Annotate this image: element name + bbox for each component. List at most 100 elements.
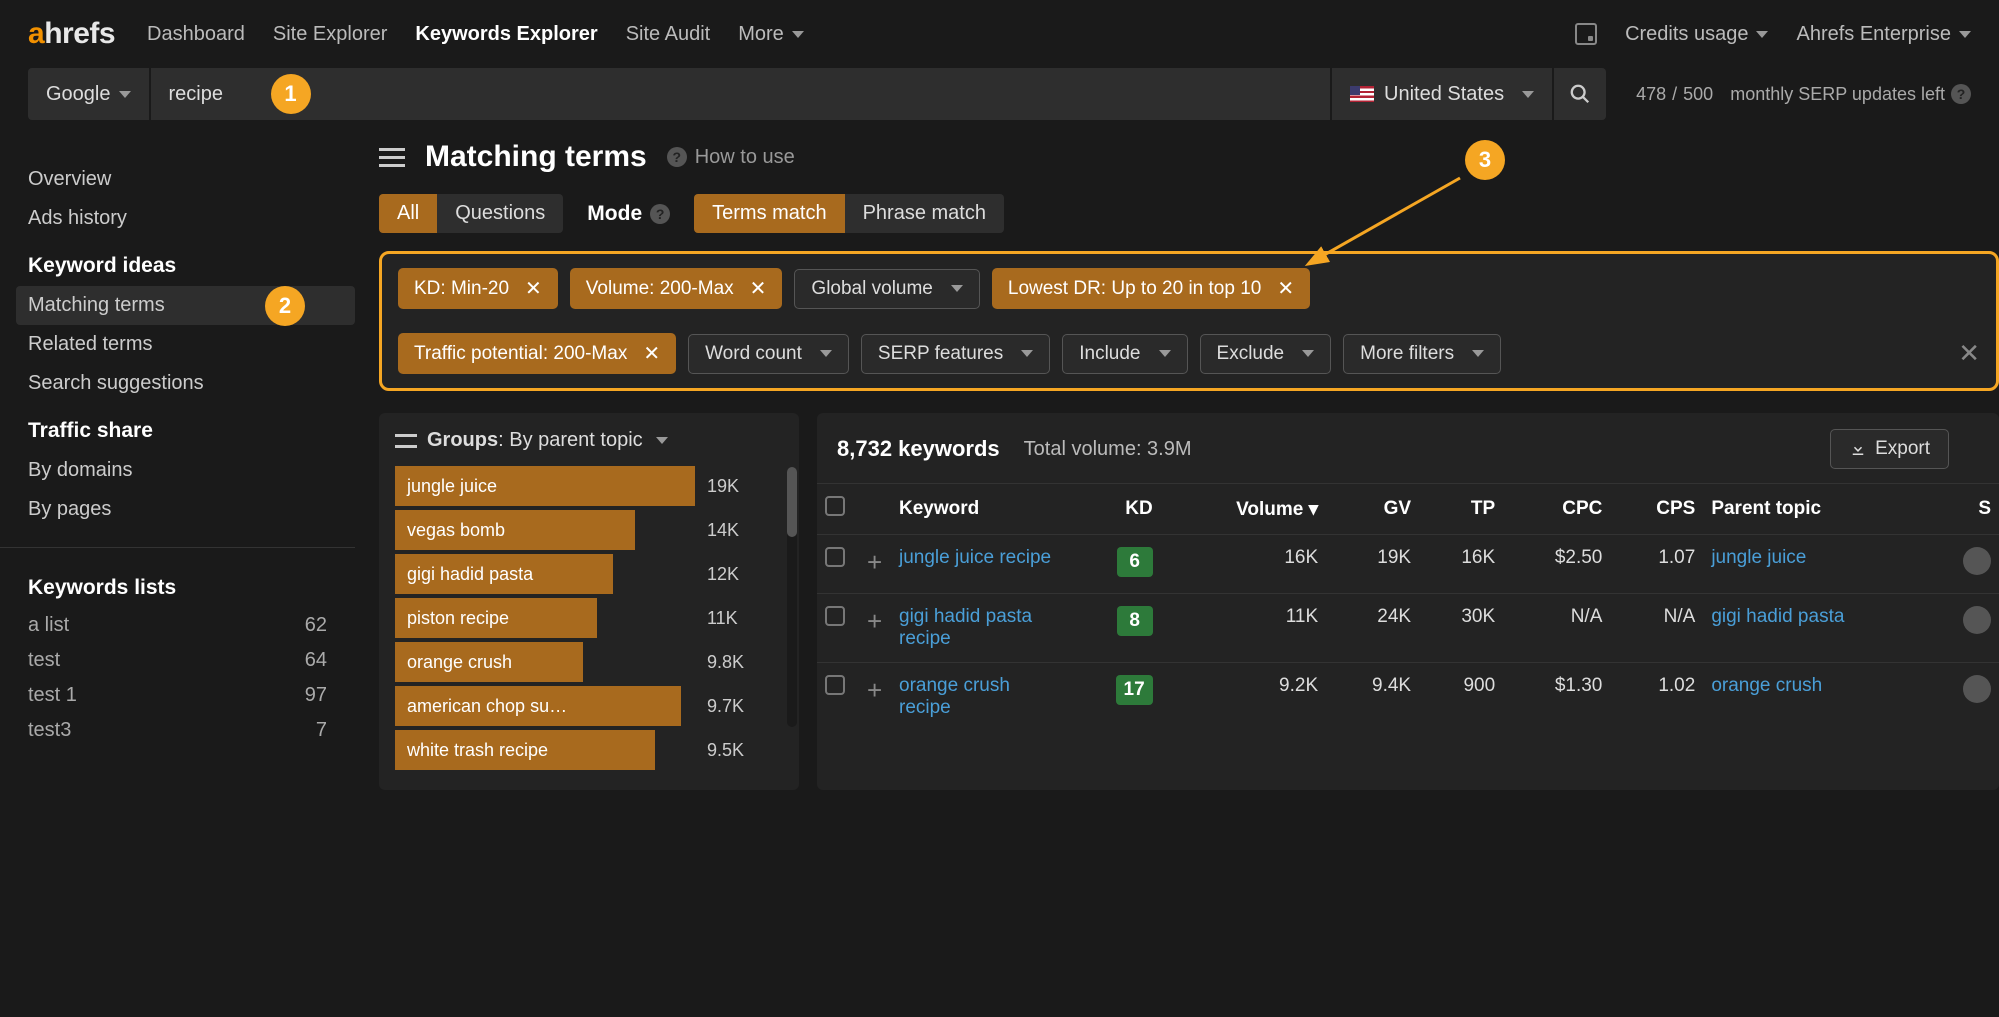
results-table: Keyword KD Volume ▾ GV TP CPC CPS Parent… xyxy=(817,483,1999,731)
serp-badge[interactable] xyxy=(1963,675,1991,703)
row-checkbox[interactable] xyxy=(825,606,845,626)
group-bar-row[interactable]: american chop su…9.7K xyxy=(395,686,783,726)
sidebar-item-overview[interactable]: Overview xyxy=(28,160,355,199)
nav-more[interactable]: More xyxy=(738,23,804,46)
tab-questions[interactable]: Questions xyxy=(437,194,563,233)
country-select[interactable]: United States xyxy=(1332,68,1552,120)
group-bar-row[interactable]: orange crush9.8K xyxy=(395,642,783,682)
parent-topic-link[interactable]: jungle juice xyxy=(1711,547,1806,568)
nav-dashboard[interactable]: Dashboard xyxy=(147,23,245,46)
cell-volume: 11K xyxy=(1161,594,1326,663)
chevron-down-icon xyxy=(1302,350,1314,357)
keywords-input[interactable]: recipe 1 xyxy=(151,68,1331,120)
top-nav: Dashboard Site Explorer Keywords Explore… xyxy=(147,23,804,46)
results-total-volume: Total volume: 3.9M xyxy=(1024,438,1192,461)
sidebar-item-matching-terms[interactable]: Matching terms 2 xyxy=(16,286,355,325)
results-panel: 8,732 keywords Total volume: 3.9M Export… xyxy=(817,413,1999,790)
logo[interactable]: ahrefs xyxy=(28,17,115,51)
cell-volume: 16K xyxy=(1161,535,1326,594)
group-bar-row[interactable]: vegas bomb14K xyxy=(395,510,783,550)
expand-icon[interactable]: + xyxy=(867,547,882,577)
sidebar-item-by-pages[interactable]: By pages xyxy=(28,490,355,529)
tab-all[interactable]: All xyxy=(379,194,437,233)
row-checkbox[interactable] xyxy=(825,675,845,695)
group-bar-row[interactable]: jungle juice19K xyxy=(395,466,783,506)
search-engine-label: Google xyxy=(46,83,111,106)
row-checkbox[interactable] xyxy=(825,547,845,567)
col-parent-topic[interactable]: Parent topic xyxy=(1703,484,1955,535)
parent-topic-link[interactable]: gigi hadid pasta xyxy=(1711,606,1844,627)
col-cps[interactable]: CPS xyxy=(1610,484,1703,535)
serp-badge[interactable] xyxy=(1963,606,1991,634)
sidebar-item-by-domains[interactable]: By domains xyxy=(28,451,355,490)
col-sf[interactable]: S xyxy=(1955,484,1999,535)
country-label: United States xyxy=(1384,83,1504,106)
col-gv[interactable]: GV xyxy=(1326,484,1419,535)
col-tp[interactable]: TP xyxy=(1419,484,1503,535)
sliders-icon[interactable] xyxy=(395,432,417,450)
tab-phrase-match[interactable]: Phrase match xyxy=(845,194,1004,233)
group-bar-row[interactable]: piston recipe11K xyxy=(395,598,783,638)
projects-icon[interactable] xyxy=(1575,23,1597,45)
sidebar-list-item[interactable]: test37 xyxy=(28,713,355,748)
help-icon[interactable]: ? xyxy=(650,204,670,224)
filter-exclude[interactable]: Exclude xyxy=(1200,334,1332,374)
account-menu[interactable]: Ahrefs Enterprise xyxy=(1796,23,1971,46)
filter-lowest-dr[interactable]: Lowest DR: Up to 20 in top 10✕ xyxy=(992,268,1310,309)
scrollbar-thumb[interactable] xyxy=(787,467,797,537)
search-engine-select[interactable]: Google xyxy=(28,68,149,120)
chevron-down-icon xyxy=(1522,91,1534,98)
sidebar-item-search-suggestions[interactable]: Search suggestions xyxy=(28,364,355,403)
group-bar-row[interactable]: white trash recipe9.5K xyxy=(395,730,783,770)
filter-volume[interactable]: Volume: 200-Max✕ xyxy=(570,268,783,309)
sidebar-list-item[interactable]: a list62 xyxy=(28,608,355,643)
keyword-link[interactable]: orange crush recipe xyxy=(899,675,1010,718)
nav-site-audit[interactable]: Site Audit xyxy=(626,23,711,46)
col-keyword[interactable]: Keyword xyxy=(891,484,1071,535)
filter-word-count[interactable]: Word count xyxy=(688,334,849,374)
group-bar-row[interactable]: gigi hadid pasta12K xyxy=(395,554,783,594)
expand-icon[interactable]: + xyxy=(867,606,882,636)
groups-dropdown[interactable]: Groups: By parent topic xyxy=(427,429,668,452)
sidebar-toggle-icon[interactable] xyxy=(379,148,405,167)
col-volume[interactable]: Volume ▾ xyxy=(1161,484,1326,535)
export-button[interactable]: Export xyxy=(1830,429,1949,469)
nav-site-explorer[interactable]: Site Explorer xyxy=(273,23,388,46)
nav-keywords-explorer[interactable]: Keywords Explorer xyxy=(415,23,597,46)
close-icon[interactable]: ✕ xyxy=(1277,276,1294,301)
expand-icon[interactable]: + xyxy=(867,675,882,705)
chevron-down-icon xyxy=(792,31,804,38)
sidebar-item-ads-history[interactable]: Ads history xyxy=(28,199,355,238)
close-icon[interactable]: ✕ xyxy=(750,276,767,301)
serp-badge[interactable] xyxy=(1963,547,1991,575)
keyword-link[interactable]: jungle juice recipe xyxy=(899,547,1051,568)
tab-terms-match[interactable]: Terms match xyxy=(694,194,844,233)
col-cpc[interactable]: CPC xyxy=(1503,484,1610,535)
filter-traffic-potential[interactable]: Traffic potential: 200-Max✕ xyxy=(398,333,676,374)
chevron-down-icon xyxy=(656,437,668,444)
scrollbar[interactable] xyxy=(787,467,797,727)
clear-filters-button[interactable]: ✕ xyxy=(1958,338,1980,369)
sidebar-list-item[interactable]: test64 xyxy=(28,643,355,678)
filter-global-volume[interactable]: Global volume xyxy=(794,269,979,309)
sidebar-list-item[interactable]: test 197 xyxy=(28,678,355,713)
search-button[interactable] xyxy=(1554,68,1606,120)
credits-usage-menu[interactable]: Credits usage xyxy=(1625,23,1768,46)
filter-label: KD: Min-20 xyxy=(414,278,509,300)
filter-serp-features[interactable]: SERP features xyxy=(861,334,1050,374)
group-bar-label: american chop su… xyxy=(395,686,681,726)
keyword-link[interactable]: gigi hadid pasta recipe xyxy=(899,606,1032,649)
close-icon[interactable]: ✕ xyxy=(643,341,660,366)
filter-more[interactable]: More filters xyxy=(1343,334,1501,374)
help-icon[interactable]: ? xyxy=(1951,84,1971,104)
how-to-use-link[interactable]: ? How to use xyxy=(667,146,795,169)
sidebar-item-related-terms[interactable]: Related terms xyxy=(28,325,355,364)
select-all-checkbox[interactable] xyxy=(825,496,845,516)
filter-include[interactable]: Include xyxy=(1062,334,1187,374)
page-title: Matching terms xyxy=(425,140,647,174)
parent-topic-link[interactable]: orange crush xyxy=(1711,675,1822,696)
close-icon[interactable]: ✕ xyxy=(525,276,542,301)
filter-kd[interactable]: KD: Min-20 ✕ xyxy=(398,268,558,309)
serp-credits: 478 / 500 monthly SERP updates left ? xyxy=(1636,84,1971,105)
col-kd[interactable]: KD xyxy=(1071,484,1161,535)
